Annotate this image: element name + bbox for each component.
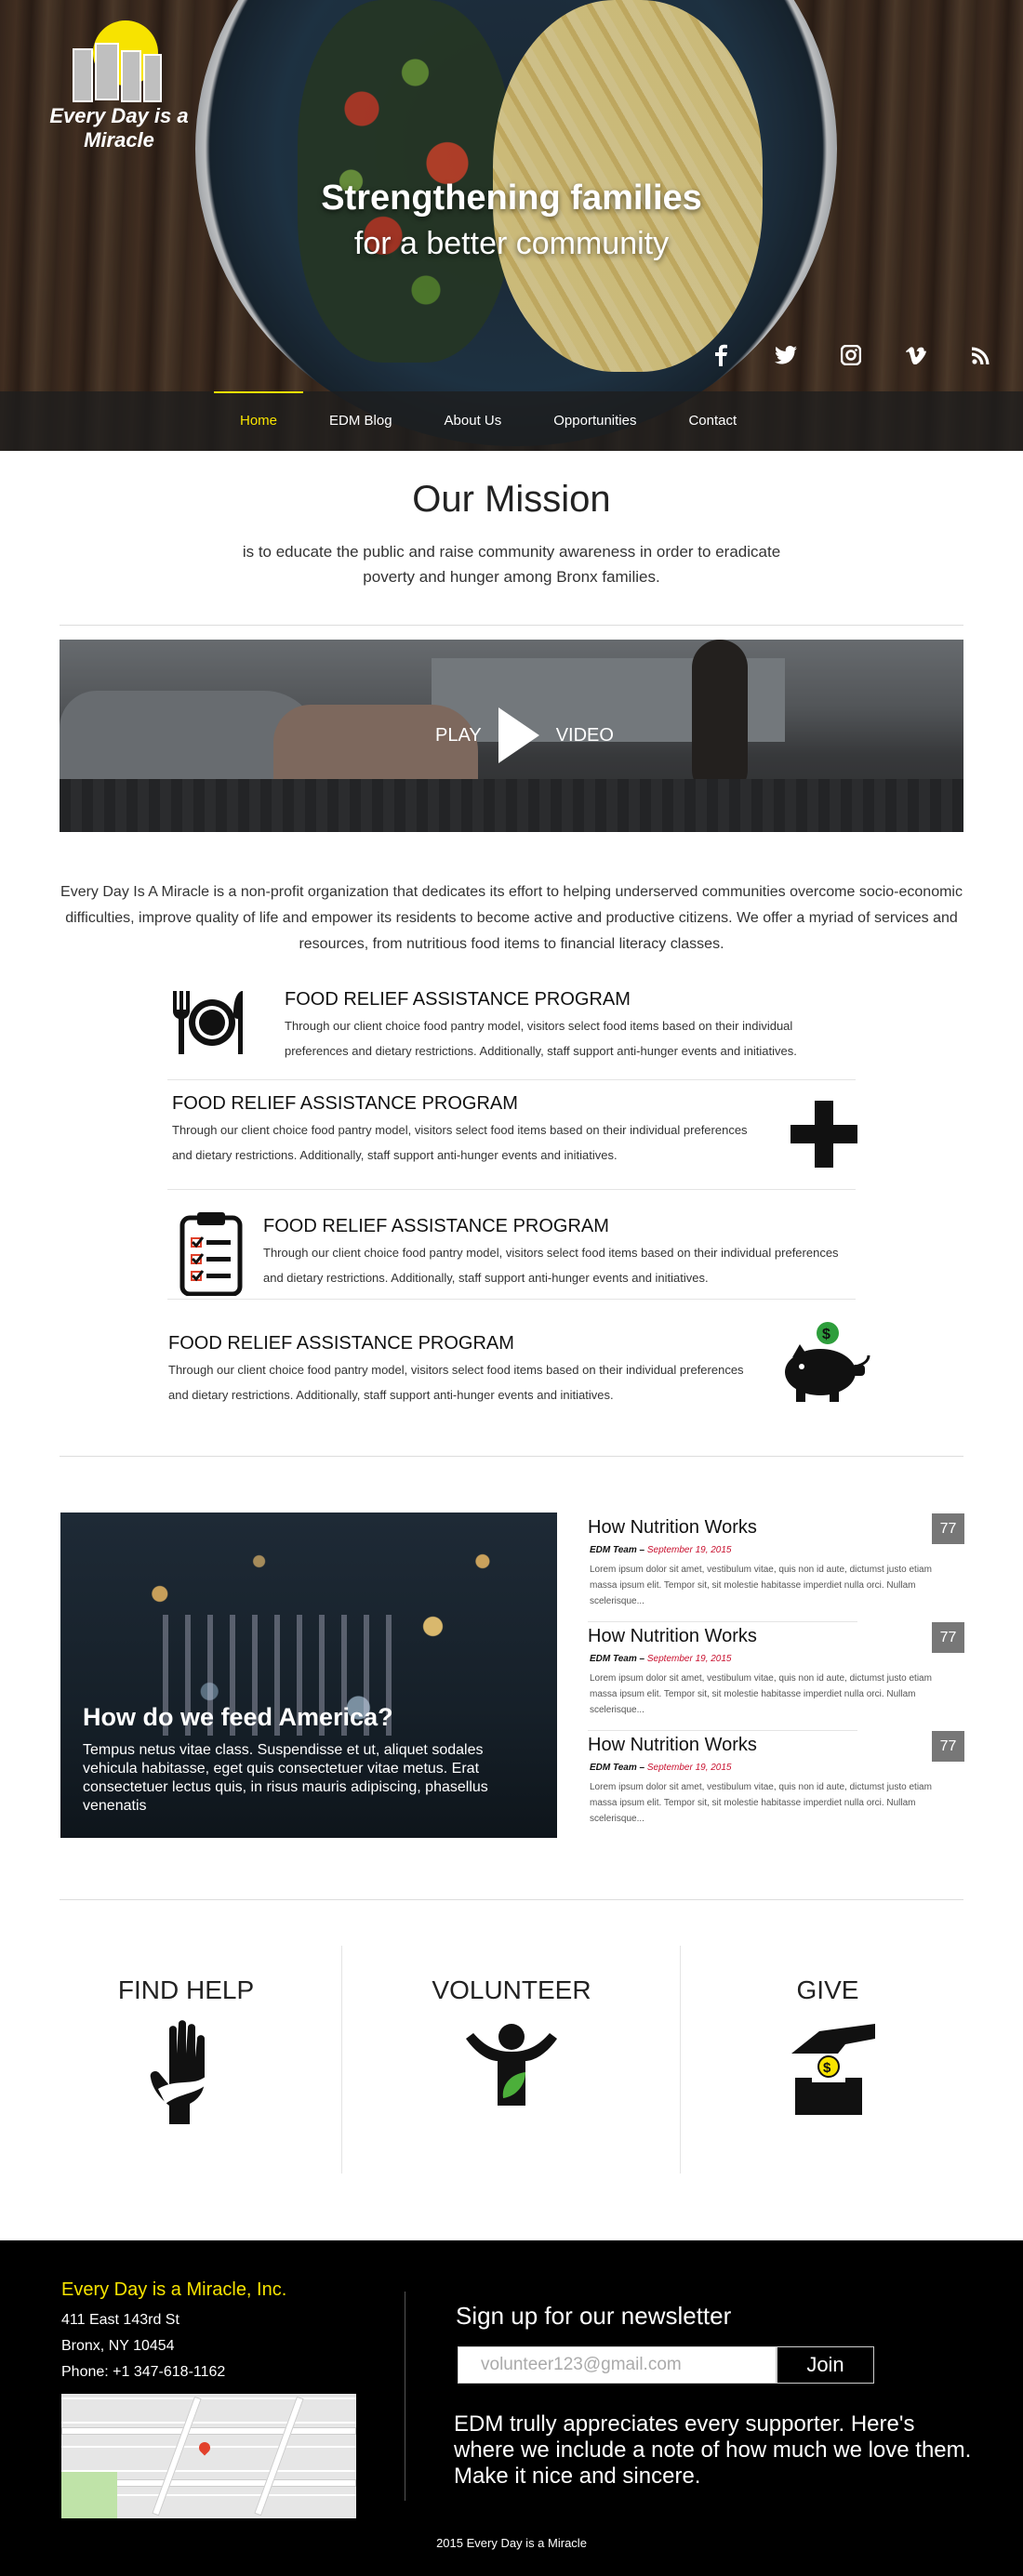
- mission-text: is to educate the public and raise commu…: [242, 543, 781, 586]
- section-divider: [60, 625, 963, 626]
- map-pin-icon: [196, 2439, 213, 2456]
- comment-count-badge: 77: [932, 1513, 964, 1544]
- volunteer-card[interactable]: VOLUNTEER: [372, 1946, 651, 2173]
- post-meta: EDM Team – September 19, 2015: [590, 1654, 732, 1664]
- post-meta: EDM Team – September 19, 2015: [590, 1763, 732, 1773]
- program-description: Through our client choice food pantry mo…: [285, 1019, 797, 1058]
- nav-item-about-us[interactable]: About Us: [418, 391, 528, 451]
- donation-box-icon: $: [786, 2020, 879, 2132]
- program-description: Through our client choice food pantry mo…: [168, 1363, 744, 1402]
- site-logo[interactable]: Every Day is a Miracle: [26, 20, 212, 152]
- location-map[interactable]: [61, 2394, 356, 2518]
- supporter-note: EDM trully appreciates every supporter. …: [454, 2411, 972, 2489]
- post-author: EDM Team –: [590, 1545, 645, 1555]
- post-author: EDM Team –: [590, 1654, 645, 1664]
- twitter-icon[interactable]: [772, 346, 800, 370]
- find-help-card[interactable]: FIND HELP: [46, 1946, 326, 2173]
- nav-item-contact[interactable]: Contact: [662, 391, 763, 451]
- featured-article[interactable]: How do we feed America? Tempus netus vit…: [60, 1513, 557, 1838]
- utensils-plate-icon: [167, 985, 251, 1069]
- plus-icon: [790, 1101, 874, 1184]
- blog-post[interactable]: How Nutrition Works EDM Team – September…: [588, 1731, 964, 1841]
- main-nav: Home EDM Blog About Us Opportunities Con…: [214, 391, 763, 451]
- newsletter-join-button[interactable]: Join: [777, 2346, 874, 2384]
- nav-item-opportunities[interactable]: Opportunities: [527, 391, 662, 451]
- give-card[interactable]: GIVE $: [688, 1946, 967, 2173]
- social-links: [707, 344, 995, 372]
- post-excerpt: Lorem ipsum dolor sit amet, vestibulum v…: [590, 1782, 932, 1824]
- post-author: EDM Team –: [590, 1763, 645, 1773]
- play-video-button[interactable]: PLAY VIDEO: [432, 707, 618, 763]
- program-item: FOOD RELIEF ASSISTANCE PROGRAM Through o…: [167, 1320, 870, 1430]
- logo-text: Every Day is a Miracle: [49, 104, 189, 152]
- comment-count-badge: 77: [932, 1731, 964, 1762]
- footer-address: 411 East 143rd St Bronx, NY 10454 Phone:…: [61, 2307, 225, 2385]
- featured-title: How do we feed America?: [83, 1703, 393, 1731]
- program-description: Through our client choice food pantry mo…: [263, 1246, 839, 1285]
- hero-headline: Strengthening families: [321, 178, 702, 218]
- newsletter-email-input[interactable]: volunteer123@gmail.com: [458, 2346, 777, 2384]
- logo-building-icon: [143, 54, 162, 102]
- site-footer: Every Day is a Miracle, Inc. 411 East 14…: [0, 2240, 1023, 2576]
- helping-hand-icon: [149, 2020, 223, 2132]
- address-line-2: Bronx, NY 10454: [61, 2338, 175, 2354]
- program-item: FOOD RELIEF ASSISTANCE PROGRAM Through o…: [167, 1080, 857, 1190]
- featured-text: Tempus netus vitae class. Suspendisse et…: [83, 1742, 488, 1814]
- program-description: Through our client choice food pantry mo…: [172, 1123, 748, 1162]
- mission-title: Our Mission: [412, 479, 611, 520]
- give-label: GIVE: [796, 1975, 859, 2004]
- logo-building-icon: [73, 48, 93, 102]
- hero-banner: Every Day is a Miracle Strengthening fam…: [0, 0, 1023, 451]
- section-divider: [60, 1456, 963, 1457]
- svg-text:$: $: [823, 2060, 831, 2076]
- section-divider: [60, 1899, 963, 1900]
- nav-item-home[interactable]: Home: [214, 391, 304, 451]
- nav-item-edm-blog[interactable]: EDM Blog: [303, 391, 418, 451]
- volunteer-person-icon: [460, 2020, 563, 2132]
- blog-post[interactable]: How Nutrition Works EDM Team – September…: [588, 1513, 964, 1623]
- piggy-bank-icon: $: [774, 1320, 876, 1404]
- video-label: VIDEO: [555, 724, 614, 746]
- post-meta: EDM Team – September 19, 2015: [590, 1545, 732, 1555]
- phone-number: Phone: +1 347-618-1162: [61, 2364, 226, 2380]
- comment-count-badge: 77: [932, 1622, 964, 1653]
- instagram-icon[interactable]: [837, 344, 865, 371]
- post-excerpt: Lorem ipsum dolor sit amet, vestibulum v…: [590, 1673, 932, 1715]
- find-help-label: FIND HELP: [117, 1975, 255, 2004]
- program-title: FOOD RELIEF ASSISTANCE PROGRAM: [263, 1216, 609, 1236]
- vimeo-icon[interactable]: [902, 346, 930, 370]
- copyright: 2015 Every Day is a Miracle: [436, 2536, 587, 2550]
- hero-subheadline: for a better community: [353, 226, 670, 261]
- rss-icon[interactable]: [967, 346, 995, 370]
- facebook-icon[interactable]: [707, 344, 735, 372]
- play-icon: [498, 707, 539, 763]
- video-player[interactable]: PLAY VIDEO: [60, 640, 963, 832]
- program-title: FOOD RELIEF ASSISTANCE PROGRAM: [285, 989, 631, 1010]
- post-title[interactable]: How Nutrition Works: [588, 1735, 757, 1756]
- post-excerpt: Lorem ipsum dolor sit amet, vestibulum v…: [590, 1565, 932, 1606]
- logo-building-icon: [121, 50, 141, 102]
- main-nav-bar: Home EDM Blog About Us Opportunities Con…: [0, 391, 1023, 451]
- program-title: FOOD RELIEF ASSISTANCE PROGRAM: [168, 1333, 514, 1354]
- footer-org-name: Every Day is a Miracle, Inc.: [61, 2279, 287, 2300]
- address-line-1: 411 East 143rd St: [61, 2312, 179, 2328]
- post-date: September 19, 2015: [646, 1763, 732, 1773]
- program-item: FOOD RELIEF ASSISTANCE PROGRAM Through o…: [167, 971, 856, 1080]
- post-date: September 19, 2015: [646, 1654, 732, 1664]
- program-item: FOOD RELIEF ASSISTANCE PROGRAM Through o…: [167, 1190, 856, 1300]
- play-label: PLAY: [435, 724, 482, 746]
- organization-intro: Every Day Is A Miracle is a non-profit o…: [60, 884, 963, 952]
- newsletter-title: Sign up for our newsletter: [456, 2302, 732, 2330]
- volunteer-label: VOLUNTEER: [432, 1975, 591, 2004]
- logo-building-icon: [95, 43, 119, 100]
- post-title[interactable]: How Nutrition Works: [588, 1517, 757, 1539]
- post-date: September 19, 2015: [646, 1545, 732, 1555]
- post-title[interactable]: How Nutrition Works: [588, 1626, 757, 1647]
- program-title: FOOD RELIEF ASSISTANCE PROGRAM: [172, 1093, 518, 1114]
- clipboard-checklist-icon: [179, 1210, 262, 1297]
- svg-text:$: $: [822, 1327, 830, 1342]
- blog-post[interactable]: How Nutrition Works EDM Team – September…: [588, 1622, 964, 1732]
